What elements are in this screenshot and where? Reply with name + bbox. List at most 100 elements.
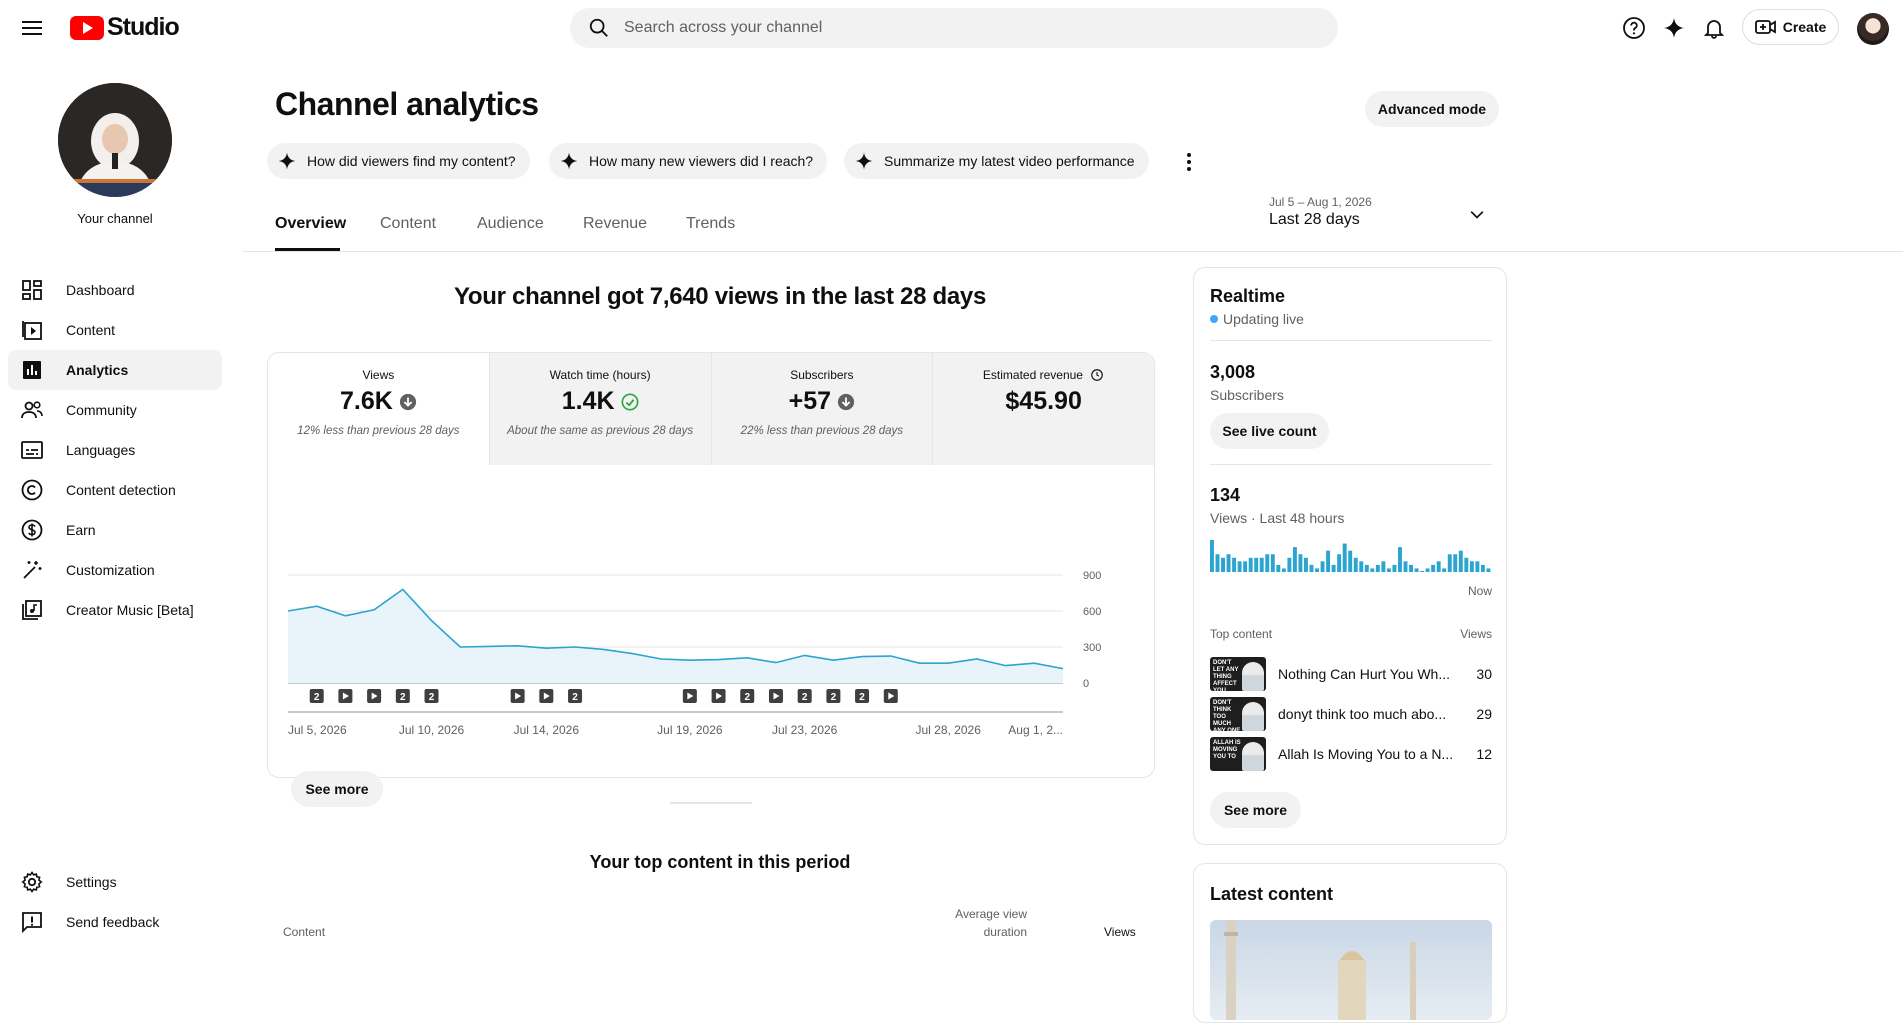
chip-label: How many new viewers did I reach? [589, 153, 814, 169]
top-content-item[interactable]: DON'T THINK TOO MUCH ANY ONE donyt think… [1210, 696, 1492, 732]
metric-tabs: Views 7.6K 12% less than previous 28 day… [268, 353, 1154, 465]
sidebar-item-dashboard[interactable]: Dashboard [8, 270, 222, 310]
realtime-bar [1331, 564, 1336, 572]
table-header-views[interactable]: Views [1104, 925, 1136, 939]
sidebar-item-label: Creator Music [Beta] [66, 602, 194, 618]
sidebar-item-content[interactable]: Content [8, 310, 222, 350]
thumbnail-person [1242, 742, 1264, 771]
realtime-bar [1386, 568, 1391, 572]
x-tick-label: Jul 28, 2026 [915, 723, 981, 737]
tab-trends[interactable]: Trends [686, 215, 735, 233]
sidebar-item-creator-music[interactable]: Creator Music [Beta] [8, 590, 222, 630]
sidebar-item-community[interactable]: Community [8, 390, 222, 430]
realtime-bar [1375, 564, 1380, 572]
metric-comparison: 22% less than previous 28 days [740, 425, 904, 437]
realtime-see-more-button[interactable]: See more [1210, 792, 1301, 828]
date-range-dates: Jul 5 – Aug 1, 2026 [1269, 195, 1372, 209]
search-input[interactable]: Search across your channel [624, 19, 822, 37]
metric-watch-time[interactable]: Watch time (hours) 1.4K About the same a… [489, 353, 712, 465]
create-button[interactable]: Create [1742, 9, 1839, 45]
realtime-bar [1486, 568, 1491, 572]
channel-avatar[interactable] [58, 83, 172, 197]
realtime-bar [1364, 564, 1369, 572]
realtime-bar [1287, 557, 1292, 572]
sidebar-item-settings[interactable]: Settings [8, 862, 222, 902]
mosque-image [1224, 920, 1416, 1020]
trend-down-icon [399, 393, 416, 410]
advanced-mode-button[interactable]: Advanced mode [1365, 91, 1499, 127]
table-header-avg-duration[interactable]: Average view duration [943, 907, 1027, 939]
sidebar-item-customization[interactable]: Customization [8, 550, 222, 590]
search-bar[interactable]: Search across your channel [570, 8, 1338, 48]
account-avatar[interactable] [1857, 13, 1889, 45]
top-content-item[interactable]: ALLAH IS MOVING YOU TO Allah Is Moving Y… [1210, 736, 1492, 772]
sidebar-item-send-feedback[interactable]: Send feedback [8, 902, 222, 942]
realtime-bar [1442, 568, 1447, 572]
suggestion-chip[interactable]: How many new viewers did I reach? [549, 143, 828, 179]
bell-icon[interactable] [1702, 16, 1726, 40]
metric-value: 1.4K [561, 387, 615, 415]
sidebar-item-label: Community [66, 402, 137, 418]
chevron-down-icon [1470, 211, 1484, 219]
sidebar-item-analytics[interactable]: Analytics [8, 350, 222, 390]
tab-audience[interactable]: Audience [477, 215, 544, 233]
metric-subscribers[interactable]: Subscribers +57 22% less than previous 2… [711, 353, 934, 465]
sidebar-item-content-detection[interactable]: Content detection [8, 470, 222, 510]
suggestion-chip[interactable]: Summarize my latest video performance [844, 143, 1149, 179]
sidebar-item-label: Content [66, 322, 116, 338]
marker-count: 2 [802, 692, 808, 703]
tab-content[interactable]: Content [380, 215, 436, 233]
x-tick-label: Jul 5, 2026 [288, 723, 347, 737]
realtime-bar [1309, 564, 1314, 572]
chip-label: How did viewers find my content? [307, 153, 516, 169]
video-title: Nothing Can Hurt You Wh... [1278, 666, 1450, 682]
tab-revenue[interactable]: Revenue [583, 215, 647, 233]
marker-count: 2 [859, 692, 865, 703]
help-icon[interactable] [1622, 16, 1646, 40]
video-thumbnail: DON'T LET ANY THING AFFECT YOU [1210, 657, 1266, 691]
realtime-bar [1226, 554, 1231, 572]
magic-wand-icon [23, 561, 42, 579]
realtime-bar [1243, 561, 1248, 572]
sparkle-icon[interactable] [1662, 16, 1686, 40]
sidebar-item-earn[interactable]: Earn [8, 510, 222, 550]
realtime-bar [1215, 554, 1220, 572]
realtime-bar [1348, 550, 1353, 572]
metric-estimated-revenue[interactable]: Estimated revenue $45.90 [933, 353, 1154, 465]
realtime-now-label: Now [1467, 584, 1492, 598]
realtime-subscribers-value: 3,008 [1210, 362, 1256, 382]
metric-label: Subscribers [790, 368, 854, 382]
realtime-bar [1475, 561, 1480, 572]
realtime-card: Realtime Updating live 3,008 Subscribers… [1193, 267, 1507, 845]
top-bar: Studio Search across your channel Create [0, 0, 1903, 56]
realtime-bar [1359, 561, 1364, 572]
realtime-bar [1292, 547, 1297, 572]
subtitles-icon [21, 441, 43, 459]
tab-overview[interactable]: Overview [275, 215, 346, 233]
more-options-icon[interactable] [1177, 150, 1201, 174]
realtime-bar [1469, 561, 1474, 572]
top-content-title: Your top content in this period [589, 852, 851, 872]
menu-icon[interactable] [20, 17, 44, 39]
see-live-count-button[interactable]: See live count [1210, 413, 1329, 449]
marker-count: 2 [744, 692, 750, 703]
metric-label: Estimated revenue [933, 368, 1154, 382]
realtime-bar [1259, 557, 1264, 572]
studio-logo[interactable]: Studio [70, 13, 180, 42]
metric-label: Watch time (hours) [549, 368, 651, 382]
suggestion-chip[interactable]: How did viewers find my content? [267, 143, 530, 179]
sidebar-item-languages[interactable]: Languages [8, 430, 222, 470]
realtime-bar [1447, 554, 1452, 572]
realtime-title: Realtime [1210, 286, 1286, 306]
analytics-icon [23, 361, 41, 379]
latest-video-thumbnail[interactable] [1210, 920, 1492, 1020]
x-tick-label: Jul 10, 2026 [399, 723, 465, 737]
see-more-button[interactable]: See more [291, 771, 383, 807]
youtube-logo-icon [70, 15, 104, 40]
top-content-item[interactable]: DON'T LET ANY THING AFFECT YOU Nothing C… [1210, 656, 1492, 692]
date-range-selector[interactable]: Jul 5 – Aug 1, 2026 Last 28 days [1269, 195, 1499, 239]
chip-label: Summarize my latest video performance [884, 153, 1135, 169]
metric-views[interactable]: Views 7.6K 12% less than previous 28 day… [268, 353, 490, 465]
realtime-bar [1270, 554, 1275, 572]
metric-label-text: Estimated revenue [982, 368, 1083, 382]
